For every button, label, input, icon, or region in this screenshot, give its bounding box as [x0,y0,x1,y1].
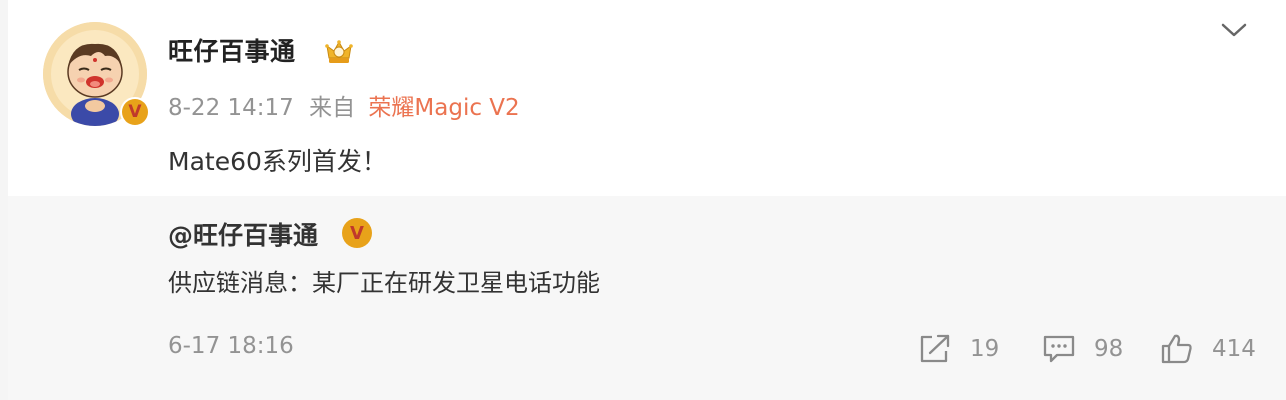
chevron-down-icon[interactable] [1220,20,1248,40]
reposted-content[interactable]: @旺仔百事通 V 供应链消息：某厂正在研发卫星电话功能 6-17 18:16 1… [8,196,1286,400]
verified-v-icon: V [122,99,148,125]
source-prefix: 来自 [309,95,356,121]
like-count: 414 [1212,336,1256,362]
share-icon [920,334,950,363]
repost-text: 供应链消息：某厂正在研发卫星电话功能 [168,269,600,297]
repost-time[interactable]: 6-17 18:16 [168,333,294,359]
left-edge-strip [0,0,8,400]
comment-icon [1043,335,1075,363]
share-button[interactable]: 19 [918,332,999,366]
like-button[interactable]: 414 [1160,332,1256,366]
crown-badge-icon[interactable] [324,37,354,67]
post-text: Mate60系列首发！ [168,147,387,176]
repost-author-link[interactable]: @旺仔百事通 [168,216,318,252]
thumbs-up-icon [1161,334,1192,364]
verified-badge: V [120,97,150,127]
post-time[interactable]: 8-22 14:17 [168,95,294,121]
weibo-post-card: V 旺仔百事通 8-22 14:17 来自 荣耀Magic V2 Mate60系… [8,0,1286,400]
post-meta: 8-22 14:17 来自 荣耀Magic V2 [168,88,520,122]
post-author-name[interactable]: 旺仔百事通 [168,32,296,68]
verified-v-icon: V [342,218,372,248]
share-count: 19 [970,336,1000,362]
comment-count: 98 [1094,336,1124,362]
comment-button[interactable]: 98 [1042,332,1123,366]
source-link[interactable]: 荣耀Magic V2 [368,95,519,121]
